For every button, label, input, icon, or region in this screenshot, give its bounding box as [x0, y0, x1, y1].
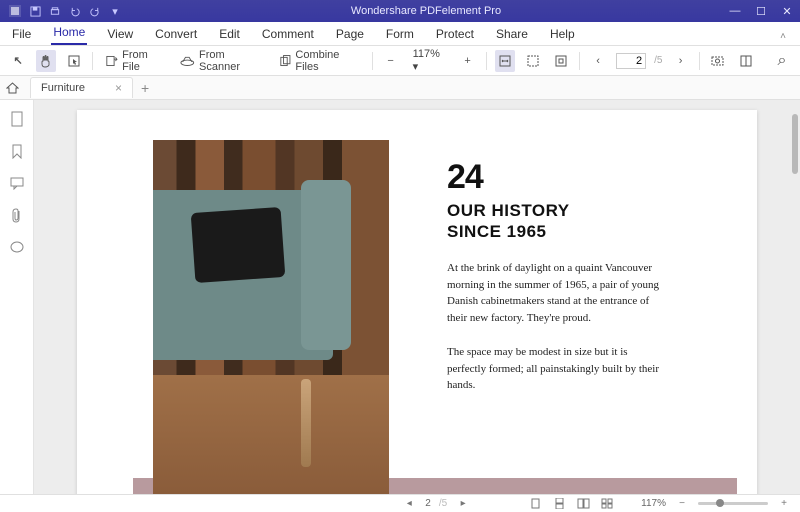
bookmarks-icon[interactable] — [8, 142, 26, 160]
screenshot-icon[interactable] — [708, 50, 728, 72]
redo-icon[interactable] — [88, 4, 102, 18]
separator — [486, 52, 487, 70]
ribbon-toolbar: ↖ From File From Scanner Combine Files −… — [0, 46, 800, 76]
menu-protect[interactable]: Protect — [434, 24, 476, 45]
save-icon[interactable] — [28, 4, 42, 18]
document-tab-bar: Furniture × + — [0, 76, 800, 100]
furniture-photo — [153, 140, 389, 494]
select-area-tool-icon[interactable] — [64, 50, 84, 72]
separator — [699, 52, 700, 70]
undo-icon[interactable] — [68, 4, 82, 18]
status-zoom-in-icon[interactable]: + — [776, 497, 792, 511]
view-continuous-icon[interactable] — [551, 497, 567, 511]
menu-page[interactable]: Page — [334, 24, 366, 45]
pointer-tool-icon[interactable]: ↖ — [8, 50, 28, 72]
document-tab[interactable]: Furniture × — [30, 77, 133, 98]
menu-help[interactable]: Help — [548, 24, 577, 45]
zoom-in-icon[interactable]: + — [458, 50, 478, 72]
print-icon[interactable] — [48, 4, 62, 18]
read-mode-icon[interactable] — [736, 50, 756, 72]
separator — [92, 52, 93, 70]
actual-size-icon[interactable] — [551, 50, 571, 72]
minimize-button[interactable]: — — [722, 0, 748, 22]
section-title: OUR HISTORYSINCE 1965 — [447, 200, 570, 243]
menu-edit[interactable]: Edit — [217, 24, 242, 45]
status-zoom-out-icon[interactable]: − — [674, 497, 690, 511]
combine-files-button[interactable]: Combine Files — [275, 47, 364, 75]
menu-comment[interactable]: Comment — [260, 24, 316, 45]
menu-file[interactable]: File — [10, 24, 33, 45]
combine-icon — [279, 54, 292, 68]
body-paragraph-2: The space may be modest in size but it i… — [447, 344, 667, 394]
status-zoom-level: 117% — [641, 498, 666, 509]
from-scanner-label: From Scanner — [199, 49, 263, 73]
quick-access-dropdown-icon[interactable]: ▾ — [108, 4, 122, 18]
tab-close-icon[interactable]: × — [115, 81, 122, 95]
close-button[interactable]: ✕ — [774, 0, 800, 22]
status-page-total: /5 — [439, 498, 447, 509]
menu-share[interactable]: Share — [494, 24, 530, 45]
home-tab-icon[interactable] — [6, 82, 26, 94]
zoom-dropdown-icon: ▾ — [413, 61, 419, 73]
status-next-icon[interactable]: ▸ — [455, 497, 471, 511]
comments-icon[interactable] — [8, 174, 26, 192]
combine-files-label: Combine Files — [295, 49, 359, 73]
hand-tool-icon[interactable] — [36, 50, 56, 72]
pdf-page: 24 OUR HISTORYSINCE 1965 At the brink of… — [77, 110, 757, 494]
view-single-icon[interactable] — [527, 497, 543, 511]
vertical-scrollbar[interactable] — [792, 114, 798, 174]
from-scanner-button[interactable]: From Scanner — [176, 47, 266, 75]
menu-home[interactable]: Home — [51, 22, 87, 45]
maximize-button[interactable]: ☐ — [748, 0, 774, 22]
next-page-icon[interactable]: › — [670, 50, 690, 72]
zoom-out-icon[interactable]: − — [380, 50, 400, 72]
collapse-ribbon-icon[interactable]: ˄ — [776, 28, 790, 45]
scanner-icon — [180, 54, 195, 67]
separator — [579, 52, 580, 70]
separator — [372, 52, 373, 70]
from-file-icon — [105, 54, 118, 68]
menu-convert[interactable]: Convert — [153, 24, 199, 45]
menu-bar: File Home View Convert Edit Comment Page… — [0, 22, 800, 46]
attachments-icon[interactable] — [8, 206, 26, 224]
app-title: Wondershare PDFelement Pro — [130, 5, 722, 17]
from-file-button[interactable]: From File — [101, 47, 168, 75]
quick-access: ▾ — [0, 4, 130, 18]
status-page-current: 2 — [425, 498, 431, 509]
search-icon[interactable]: ⌕ — [772, 50, 792, 72]
new-tab-icon[interactable]: + — [141, 80, 149, 96]
view-grid-icon[interactable] — [599, 497, 615, 511]
view-facing-icon[interactable] — [575, 497, 591, 511]
zoom-slider[interactable] — [698, 502, 768, 505]
from-file-label: From File — [122, 49, 164, 73]
window-controls: — ☐ ✕ — [722, 0, 800, 22]
workspace: 24 OUR HISTORYSINCE 1965 At the brink of… — [0, 100, 800, 494]
fit-width-icon[interactable] — [495, 50, 515, 72]
fit-page-icon[interactable] — [523, 50, 543, 72]
side-panel — [0, 100, 34, 494]
thumbnails-icon[interactable] — [8, 110, 26, 128]
status-prev-icon[interactable]: ◂ — [401, 497, 417, 511]
menu-form[interactable]: Form — [384, 24, 416, 45]
zoom-level[interactable]: 117% ▾ — [409, 48, 450, 73]
page-total: /5 — [654, 55, 662, 66]
status-bar: ◂ 2 /5 ▸ 117% − + — [0, 494, 800, 512]
zoom-slider-thumb[interactable] — [716, 499, 724, 507]
menu-view[interactable]: View — [105, 24, 135, 45]
title-bar: ▾ Wondershare PDFelement Pro — ☐ ✕ — [0, 0, 800, 22]
prev-page-icon[interactable]: ‹ — [588, 50, 608, 72]
document-canvas[interactable]: 24 OUR HISTORYSINCE 1965 At the brink of… — [34, 100, 800, 494]
app-logo-icon — [8, 4, 22, 18]
page-number-input[interactable] — [616, 53, 646, 69]
page-big-number: 24 — [447, 158, 483, 197]
chat-icon[interactable] — [8, 238, 26, 256]
body-paragraph-1: At the brink of daylight on a quaint Van… — [447, 260, 667, 326]
tab-label: Furniture — [41, 82, 85, 94]
